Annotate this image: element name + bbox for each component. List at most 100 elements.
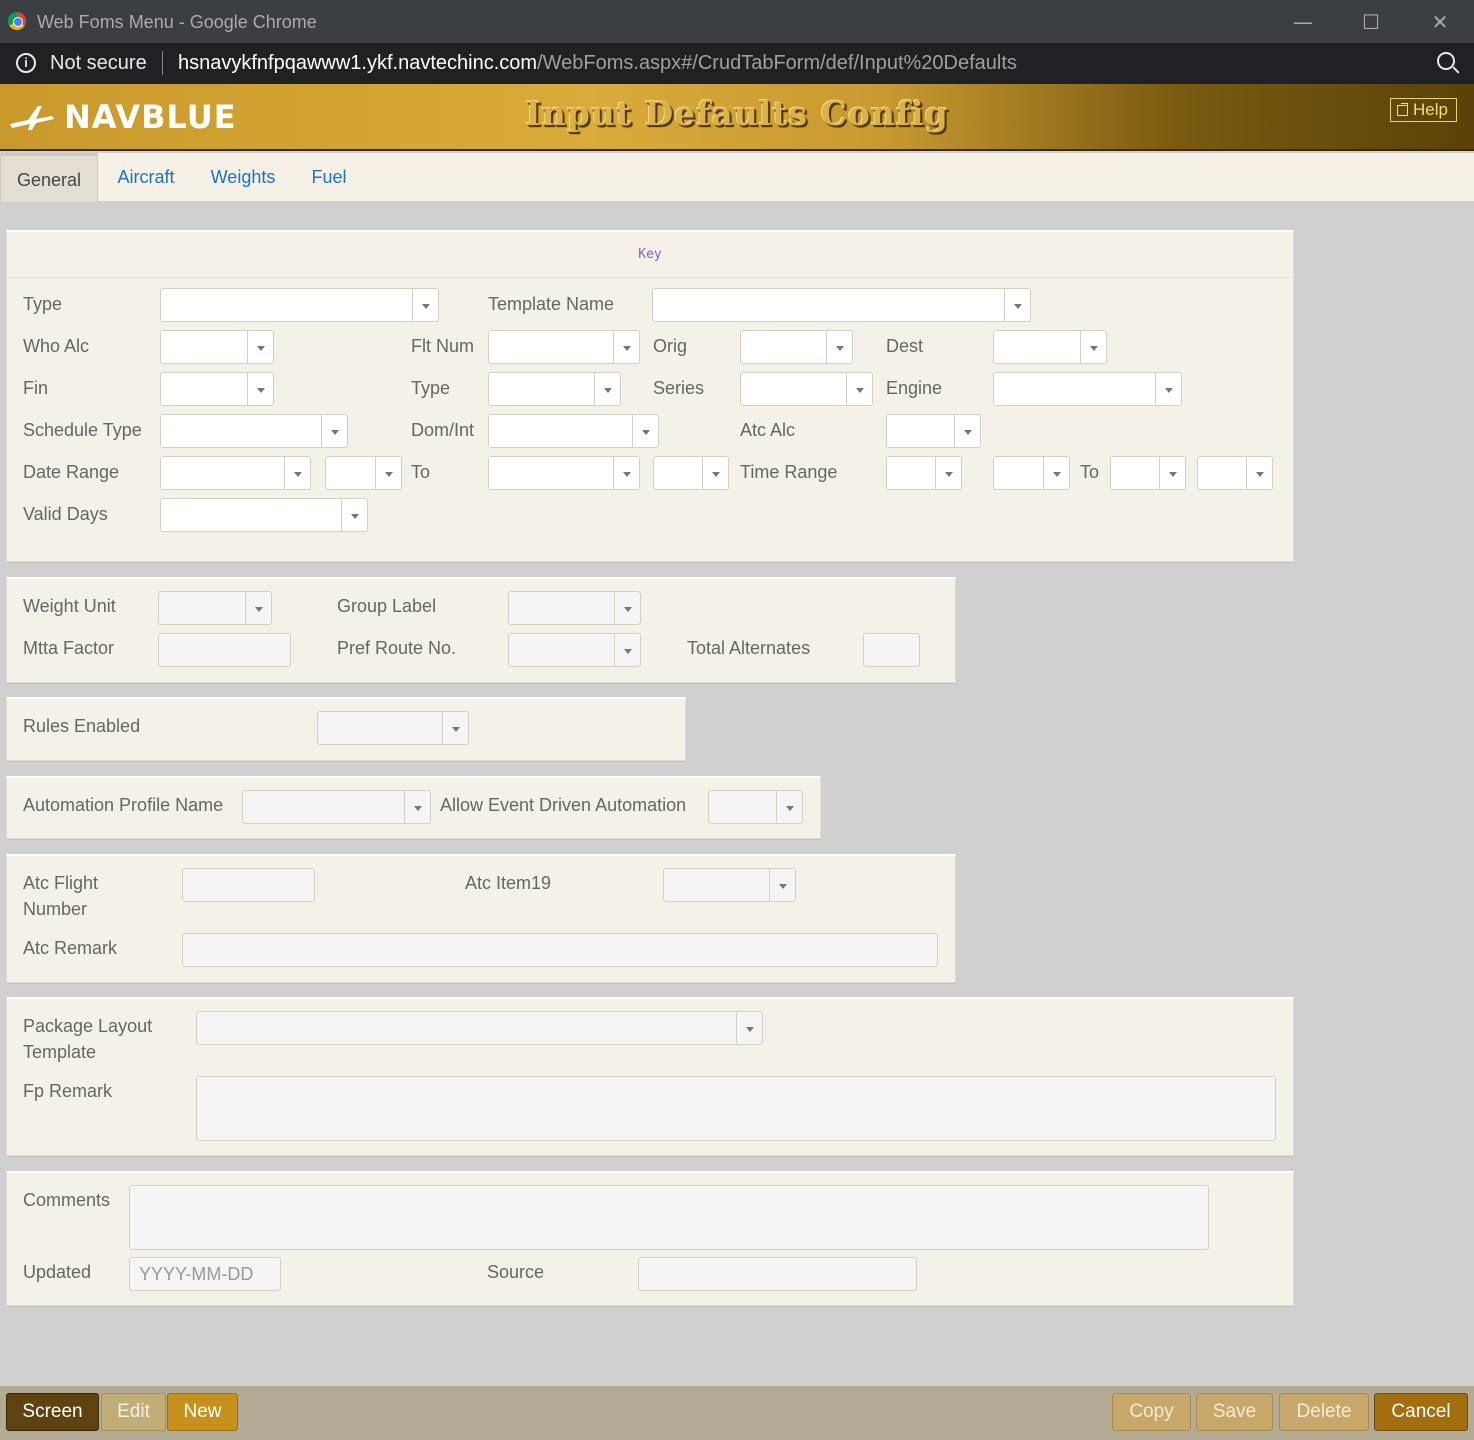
minimize-icon[interactable]: —: [1288, 8, 1318, 36]
package-layout-select[interactable]: [196, 1011, 763, 1045]
fp-remark-textarea[interactable]: [196, 1076, 1276, 1141]
flt-num-select[interactable]: [488, 330, 640, 364]
aircraft-type-select[interactable]: [488, 372, 621, 406]
chevron-down-icon: [1043, 457, 1069, 489]
weight-unit-select[interactable]: [158, 591, 272, 625]
source-label: Source: [487, 1262, 545, 1282]
chevron-down-icon: [247, 331, 273, 363]
edit-button[interactable]: Edit: [101, 1393, 166, 1431]
app-header: NAVBLUE Input Defaults Config Help: [0, 84, 1474, 151]
chevron-down-icon: [769, 869, 795, 901]
dest-label: Dest: [886, 336, 924, 356]
engine-select[interactable]: [993, 372, 1182, 406]
automation-profile-label: Automation Profile Name: [23, 795, 224, 815]
help-label: Help: [1413, 100, 1448, 119]
chevron-down-icon: [954, 415, 980, 447]
automation-profile-select[interactable]: [242, 790, 431, 824]
atc-panel: Atc Flight Number Atc Item19 Atc Remark: [6, 854, 956, 983]
security-status[interactable]: Not secure: [50, 52, 147, 75]
chevron-down-icon: [1155, 373, 1181, 405]
zoom-icon[interactable]: [1437, 52, 1455, 70]
total-alternates-input[interactable]: [863, 633, 920, 667]
date-range-from-select[interactable]: [160, 456, 311, 490]
group-label-select[interactable]: [508, 591, 641, 625]
time-range-from-hour-select[interactable]: [886, 456, 962, 490]
event-driven-label: Allow Event Driven Automation: [440, 795, 687, 815]
help-button[interactable]: Help: [1390, 98, 1457, 122]
valid-days-select[interactable]: [160, 498, 368, 532]
tab-aircraft[interactable]: Aircraft: [112, 153, 180, 202]
fin-label: Fin: [23, 378, 49, 398]
orig-select[interactable]: [740, 330, 853, 364]
time-range-to-hour-select[interactable]: [1110, 456, 1186, 490]
address-bar[interactable]: i Not secure hsnavykfnfpqawww1.ykf.navte…: [0, 43, 1474, 84]
aircraft-type-label: Type: [411, 378, 451, 398]
series-select[interactable]: [740, 372, 873, 406]
schedule-type-label: Schedule Type: [23, 420, 142, 440]
time-range-to-min-select[interactable]: [1197, 456, 1273, 490]
event-driven-select[interactable]: [708, 790, 803, 824]
chevron-down-icon: [1246, 457, 1272, 489]
chevron-down-icon: [614, 592, 640, 624]
source-input[interactable]: [638, 1257, 917, 1291]
fp-remark-label: Fp Remark: [23, 1081, 113, 1101]
rules-enabled-select[interactable]: [317, 711, 469, 745]
atc-alc-label: Atc Alc: [740, 420, 796, 440]
comments-panel: Comments Updated YYYY-MM-DD Source: [6, 1171, 1294, 1306]
pref-route-select[interactable]: [508, 633, 641, 667]
schedule-type-select[interactable]: [160, 414, 348, 448]
info-icon[interactable]: i: [16, 53, 36, 73]
dom-int-label: Dom/Int: [411, 420, 475, 440]
dom-int-select[interactable]: [488, 414, 659, 448]
save-button[interactable]: Save: [1196, 1393, 1273, 1431]
valid-days-label: Valid Days: [23, 504, 108, 524]
copy-button[interactable]: Copy: [1112, 1393, 1191, 1431]
weights-panel: Weight Unit Group Label Mtta Factor Pref…: [6, 577, 956, 683]
url-text[interactable]: hsnavykfnfpqawww1.ykf.navtechinc.com/Web…: [178, 52, 1017, 75]
chevron-down-icon: [341, 499, 367, 531]
screen-button[interactable]: Screen: [6, 1393, 99, 1431]
tab-bar: General Aircraft Weights Fuel: [0, 153, 1474, 202]
mtta-factor-input[interactable]: [158, 633, 291, 667]
close-icon[interactable]: ✕: [1425, 8, 1455, 36]
updated-placeholder: YYYY-MM-DD: [139, 1264, 254, 1284]
chevron-down-icon: [613, 457, 639, 489]
date-range-to-select[interactable]: [488, 456, 640, 490]
delete-button[interactable]: Delete: [1279, 1393, 1369, 1431]
chevron-down-icon: [614, 634, 640, 666]
atc-alc-select[interactable]: [886, 414, 981, 448]
type-select[interactable]: [160, 288, 439, 322]
chevron-down-icon: [594, 373, 620, 405]
date-range-to-time-select[interactable]: [653, 456, 729, 490]
chevron-down-icon: [284, 457, 310, 489]
template-name-select[interactable]: [652, 288, 1031, 322]
rules-enabled-label: Rules Enabled: [23, 716, 141, 736]
who-alc-select[interactable]: [160, 330, 274, 364]
maximize-icon[interactable]: ☐: [1356, 8, 1386, 36]
atc-flight-number-input[interactable]: [182, 868, 315, 902]
new-button[interactable]: New: [167, 1393, 238, 1431]
cancel-button[interactable]: Cancel: [1374, 1393, 1468, 1431]
dest-select[interactable]: [993, 330, 1107, 364]
atc-remark-input[interactable]: [182, 933, 938, 967]
chevron-down-icon: [736, 1012, 762, 1044]
who-alc-label: Who Alc: [23, 336, 90, 356]
url-path: /WebFoms.aspx#/CrudTabForm/def/Input%20D…: [537, 52, 1017, 74]
time-range-from-min-select[interactable]: [993, 456, 1070, 490]
pref-route-label: Pref Route No.: [337, 638, 457, 658]
tab-general[interactable]: General: [0, 153, 98, 202]
tab-weights[interactable]: Weights: [205, 153, 281, 202]
automation-panel: Automation Profile Name Allow Event Driv…: [6, 776, 821, 839]
total-alternates-label: Total Alternates: [687, 638, 811, 658]
atc-item19-select[interactable]: [663, 868, 796, 902]
fin-select[interactable]: [160, 372, 274, 406]
chevron-down-icon: [1004, 289, 1030, 321]
tab-fuel[interactable]: Fuel: [305, 153, 353, 202]
comments-textarea[interactable]: [129, 1185, 1209, 1250]
updated-input[interactable]: YYYY-MM-DD: [129, 1257, 281, 1291]
chevron-down-icon: [245, 592, 271, 624]
chrome-icon: [8, 12, 26, 30]
key-panel: Key Type Template Name Who Alc Flt Num O…: [6, 230, 1294, 562]
date-range-from-time-select[interactable]: [325, 456, 402, 490]
atc-remark-label: Atc Remark: [23, 938, 118, 958]
